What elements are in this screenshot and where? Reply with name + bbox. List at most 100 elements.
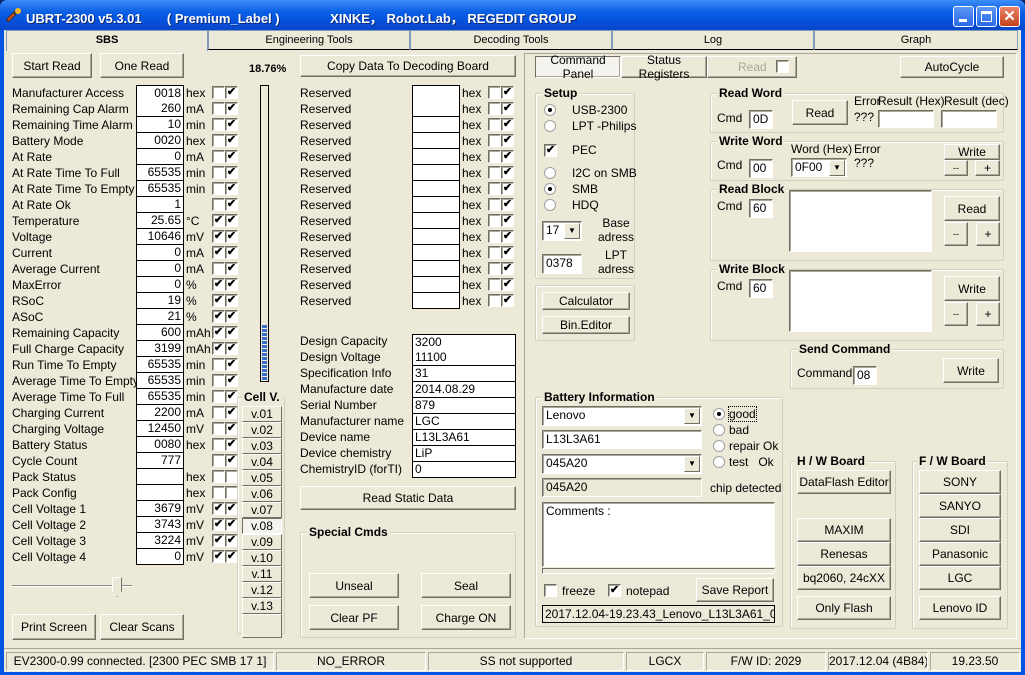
i2c-radio[interactable] <box>544 167 556 179</box>
lpt-address-input[interactable]: 0378 <box>542 254 582 274</box>
cell-v-button[interactable]: v.05 <box>242 470 282 486</box>
sbs-monitor-checkbox[interactable] <box>212 438 225 451</box>
reserved-enable-checkbox[interactable]: ✔ <box>501 262 514 275</box>
sbs-enable-checkbox[interactable]: ✔ <box>225 102 238 115</box>
sbs-monitor-checkbox[interactable]: ✔ <box>212 550 225 563</box>
tab-sbs[interactable]: SBS <box>6 30 208 51</box>
read-block-button[interactable]: Read <box>944 196 1000 221</box>
reserved-value[interactable] <box>412 229 460 245</box>
sbs-monitor-checkbox[interactable]: ✔ <box>212 342 225 355</box>
one-read-button[interactable]: One Read <box>100 53 184 78</box>
close-button[interactable]: ✕ <box>999 6 1020 27</box>
chevron-down-icon[interactable]: ▼ <box>684 456 700 472</box>
reserved-monitor-checkbox[interactable] <box>488 182 501 195</box>
word-hex-select[interactable]: 0F00 ▼ <box>791 158 847 177</box>
smb-radio[interactable] <box>544 183 556 195</box>
reserved-enable-checkbox[interactable]: ✔ <box>501 214 514 227</box>
reserved-enable-checkbox[interactable]: ✔ <box>501 134 514 147</box>
sbs-enable-checkbox[interactable]: ✔ <box>225 230 238 243</box>
sbs-monitor-checkbox[interactable] <box>212 454 225 467</box>
tab-decoding-tools[interactable]: Decoding Tools <box>410 30 612 50</box>
chip-select[interactable]: 045A20 ▼ <box>542 454 702 474</box>
fw-board-button[interactable]: SDI <box>919 518 1001 542</box>
sbs-monitor-checkbox[interactable] <box>212 390 225 403</box>
cell-v-button[interactable]: v.02 <box>242 422 282 438</box>
sbs-enable-checkbox[interactable]: ✔ <box>225 166 238 179</box>
charge-on-button[interactable]: Charge ON <box>421 605 511 630</box>
save-report-button[interactable]: Save Report <box>696 578 774 602</box>
reserved-value[interactable] <box>412 133 460 149</box>
comments-textarea[interactable]: Comments : <box>542 502 775 567</box>
fw-board-button[interactable]: SONY <box>919 470 1001 494</box>
reserved-enable-checkbox[interactable]: ✔ <box>501 102 514 115</box>
sbs-monitor-checkbox[interactable] <box>212 134 225 147</box>
read-block-output[interactable] <box>789 190 932 252</box>
reserved-value[interactable] <box>412 245 460 261</box>
cell-v-button[interactable]: v.12 <box>242 582 282 598</box>
sbs-monitor-checkbox[interactable] <box>212 486 225 499</box>
status-registers-tab[interactable]: Status Registers <box>621 53 707 81</box>
sbs-monitor-checkbox[interactable] <box>212 182 225 195</box>
sbs-monitor-checkbox[interactable] <box>212 198 225 211</box>
fw-board-button[interactable]: Panasonic <box>919 542 1001 566</box>
start-read-button[interactable]: Start Read <box>12 53 92 78</box>
maximize-button[interactable] <box>976 6 997 27</box>
freeze-checkbox[interactable] <box>544 584 557 597</box>
reserved-enable-checkbox[interactable]: ✔ <box>501 278 514 291</box>
chevron-down-icon[interactable]: ▼ <box>829 160 845 176</box>
sbs-monitor-checkbox[interactable] <box>212 422 225 435</box>
sbs-enable-checkbox[interactable]: ✔ <box>225 342 238 355</box>
tab-engineering-tools[interactable]: Engineering Tools <box>208 30 410 50</box>
sbs-monitor-checkbox[interactable] <box>212 262 225 275</box>
reserved-enable-checkbox[interactable]: ✔ <box>501 86 514 99</box>
reserved-value[interactable] <box>412 117 460 133</box>
notepad-checkbox[interactable]: ✔ <box>608 584 621 597</box>
sbs-monitor-checkbox[interactable]: ✔ <box>212 518 225 531</box>
sbs-monitor-checkbox[interactable]: ✔ <box>212 310 225 323</box>
send-command-write-button[interactable]: Write <box>943 358 999 383</box>
reserved-value[interactable] <box>412 277 460 293</box>
chevron-down-icon[interactable]: ▼ <box>684 408 700 424</box>
write-word-plus-button[interactable]: + <box>975 160 1000 176</box>
cell-v-button[interactable]: v.04 <box>242 454 282 470</box>
reserved-monitor-checkbox[interactable] <box>488 118 501 131</box>
write-word-button[interactable]: Write <box>944 144 1000 160</box>
result-dec-field[interactable] <box>941 110 997 128</box>
calculator-button[interactable]: Calculator <box>542 292 630 310</box>
read-word-button[interactable]: Read <box>792 100 848 125</box>
cell-v-button[interactable]: v.01 <box>242 406 282 422</box>
reserved-monitor-checkbox[interactable] <box>488 166 501 179</box>
reserved-value[interactable] <box>412 101 460 117</box>
sbs-monitor-checkbox[interactable]: ✔ <box>212 502 225 515</box>
reserved-monitor-checkbox[interactable] <box>488 262 501 275</box>
reserved-enable-checkbox[interactable]: ✔ <box>501 166 514 179</box>
minimize-button[interactable] <box>953 6 974 27</box>
sbs-monitor-checkbox[interactable]: ✔ <box>212 534 225 547</box>
command-panel-tab[interactable]: Command Panel <box>535 53 621 81</box>
reserved-enable-checkbox[interactable]: ✔ <box>501 230 514 243</box>
sbs-enable-checkbox[interactable]: ✔ <box>225 198 238 211</box>
sbs-enable-checkbox[interactable]: ✔ <box>225 294 238 307</box>
copy-data-button[interactable]: Copy Data To Decoding Board <box>300 55 516 77</box>
sbs-enable-checkbox[interactable]: ✔ <box>225 214 238 227</box>
sbs-monitor-checkbox[interactable]: ✔ <box>212 294 225 307</box>
sbs-monitor-checkbox[interactable]: ✔ <box>212 214 225 227</box>
sbs-monitor-checkbox[interactable] <box>212 470 225 483</box>
reserved-enable-checkbox[interactable]: ✔ <box>501 198 514 211</box>
write-block-cmd-input[interactable]: 60 <box>749 279 773 298</box>
sbs-monitor-checkbox[interactable] <box>212 374 225 387</box>
model-input[interactable]: L13L3A61 <box>542 430 702 449</box>
tab-log[interactable]: Log <box>612 30 814 50</box>
cell-v-button[interactable] <box>242 614 282 638</box>
scan-slider-thumb[interactable] <box>112 577 122 597</box>
sbs-enable-checkbox[interactable]: ✔ <box>225 182 238 195</box>
repair-ok-radio[interactable] <box>713 440 725 452</box>
reserved-value[interactable] <box>412 213 460 229</box>
cell-v-button[interactable]: v.09 <box>242 534 282 550</box>
reserved-enable-checkbox[interactable]: ✔ <box>501 150 514 163</box>
sbs-enable-checkbox[interactable]: ✔ <box>225 262 238 275</box>
reserved-enable-checkbox[interactable]: ✔ <box>501 118 514 131</box>
reserved-value[interactable] <box>412 85 460 102</box>
tab-graph[interactable]: Graph <box>814 30 1018 50</box>
sbs-enable-checkbox[interactable]: ✔ <box>225 374 238 387</box>
